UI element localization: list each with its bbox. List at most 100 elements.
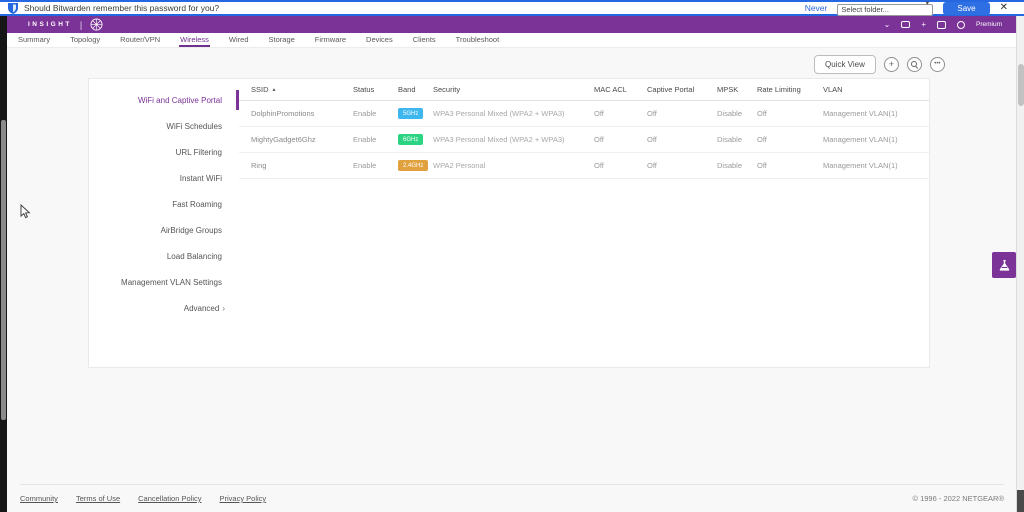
mac-acl-cell: Off — [594, 161, 647, 170]
ssid-cell[interactable]: Ring — [239, 161, 353, 170]
search-button[interactable] — [907, 57, 922, 72]
sidebar-item-label: URL Filtering — [176, 148, 222, 157]
search-icon — [911, 61, 918, 68]
mpsk-cell: Disable — [717, 135, 757, 144]
column-header[interactable]: Captive Portal — [647, 85, 717, 94]
page-toolbar: Quick View + ••• — [814, 55, 945, 74]
column-header[interactable]: MAC ACL — [594, 85, 647, 94]
mac-acl-cell: Off — [594, 135, 647, 144]
copyright-text: © 1996 - 2022 NETGEAR® — [912, 494, 1004, 503]
mpsk-cell: Disable — [717, 109, 757, 118]
sidebar-item-label: Load Balancing — [167, 252, 222, 261]
scrollbar-bottom-block[interactable] — [1017, 490, 1024, 512]
column-header[interactable]: Security — [433, 85, 594, 94]
insight-logo: INSIGHT — [28, 21, 72, 28]
mouse-cursor — [20, 204, 31, 219]
more-options-button[interactable]: ••• — [930, 57, 945, 72]
add-icon[interactable]: + — [921, 21, 926, 29]
save-button[interactable]: Save — [943, 2, 989, 15]
nav-tab[interactable]: Devices — [365, 33, 394, 47]
column-header[interactable]: Rate Limiting — [757, 85, 823, 94]
scrollbar-thumb[interactable] — [1018, 64, 1024, 106]
nav-tab[interactable]: Storage — [268, 33, 296, 47]
sidebar-item[interactable]: Instant WiFi — [89, 165, 239, 191]
table-row[interactable]: DolphinPromotions Enable 5GHz WPA3 Perso… — [239, 101, 929, 127]
vlan-cell: Management VLAN(1) — [823, 109, 929, 118]
premium-label: Premium — [976, 21, 1002, 28]
left-panel-scrollbar[interactable] — [0, 16, 7, 512]
folder-select[interactable]: Select folder... — [837, 4, 933, 16]
band-badge: 6GHz — [398, 134, 423, 145]
column-header[interactable]: MPSK — [717, 85, 757, 94]
footer-link[interactable]: Community — [20, 494, 58, 503]
sidebar-item-label: Advanced — [184, 304, 220, 313]
security-cell: WPA3 Personal Mixed (WPA2 + WPA3) — [433, 109, 594, 118]
footer-link[interactable]: Privacy Policy — [220, 494, 267, 503]
ssid-cell[interactable]: DolphinPromotions — [239, 109, 353, 118]
sidebar-item[interactable]: URL Filtering — [89, 139, 239, 165]
nav-tab[interactable]: Router/VPN — [119, 33, 161, 47]
table-row[interactable]: Ring Enable 2.4GHz WPA2 Personal Off Off… — [239, 153, 929, 179]
chevron-down-icon[interactable]: ⌄ — [884, 21, 891, 29]
sidebar-item[interactable]: WiFi and Captive Portal — [89, 87, 239, 113]
nav-tab[interactable]: Topology — [69, 33, 101, 47]
status-cell: Enable — [353, 161, 398, 170]
status-cell: Enable — [353, 135, 398, 144]
rate-limiting-cell: Off — [757, 109, 823, 118]
sidebar-item[interactable]: Load Balancing — [89, 243, 239, 269]
band-cell: 6GHz — [398, 134, 433, 146]
wireless-settings-card: WiFi and Captive Portal WiFi Schedules U… — [88, 78, 930, 368]
quick-view-button[interactable]: Quick View — [814, 55, 876, 74]
sidebar-item[interactable]: Fast Roaming — [89, 191, 239, 217]
sidebar-item-label: Instant WiFi — [180, 174, 222, 183]
netgear-emblem-icon — [90, 18, 103, 31]
feedback-flask-button[interactable] — [992, 252, 1016, 278]
footer-link[interactable]: Cancellation Policy — [138, 494, 201, 503]
column-header[interactable]: VLAN — [823, 85, 929, 94]
close-icon[interactable]: ✕ — [1000, 3, 1008, 13]
ssid-table-header: SSID▲ Status Band Security MAC ACL Capti… — [239, 79, 929, 101]
table-row[interactable]: MightyGadget6Ghz Enable 6GHz WPA3 Person… — [239, 127, 929, 153]
ellipsis-icon: ••• — [934, 60, 940, 69]
nav-tab[interactable]: Wireless — [179, 33, 210, 47]
captive-portal-cell: Off — [647, 161, 717, 170]
captive-portal-cell: Off — [647, 135, 717, 144]
nav-tab[interactable]: Troubleshoot — [455, 33, 501, 47]
nav-tab[interactable]: Firmware — [314, 33, 347, 47]
sidebar-item[interactable]: Advanced › — [89, 295, 239, 321]
sort-asc-icon: ▲ — [272, 87, 277, 93]
sidebar-item-label: AirBridge Groups — [161, 226, 222, 235]
main-nav: Summary Topology Router/VPN Wireless Wir… — [7, 33, 1016, 48]
app-header: INSIGHT | ⌄ + Premium — [0, 16, 1016, 33]
scan-icon[interactable] — [937, 21, 946, 29]
left-scrollbar-thumb[interactable] — [1, 120, 6, 420]
sidebar-item-label: WiFi and Captive Portal — [138, 96, 222, 105]
captive-portal-cell: Off — [647, 109, 717, 118]
netgear-insight-screen: Should Bitwarden remember this password … — [0, 0, 1024, 512]
sidebar-item[interactable]: Management VLAN Settings — [89, 269, 239, 295]
chevron-right-icon: › — [222, 304, 225, 313]
account-icon[interactable] — [957, 21, 965, 29]
vlan-cell: Management VLAN(1) — [823, 161, 929, 170]
add-ssid-button[interactable]: + — [884, 57, 899, 72]
column-header[interactable]: SSID▲ — [239, 85, 353, 94]
column-header[interactable]: Status — [353, 85, 398, 94]
nav-tab[interactable]: Summary — [17, 33, 51, 47]
never-button[interactable]: Never — [805, 3, 828, 13]
security-cell: WPA2 Personal — [433, 161, 594, 170]
nav-tab[interactable]: Clients — [412, 33, 437, 47]
nav-tab[interactable]: Wired — [228, 33, 250, 47]
chat-icon[interactable] — [901, 21, 910, 28]
bitwarden-shield-icon — [8, 3, 18, 14]
column-header[interactable]: Band — [398, 85, 433, 94]
vertical-scrollbar[interactable]: ▲ — [1016, 0, 1024, 512]
page-footer: Community Terms of Use Cancellation Poli… — [20, 484, 1004, 503]
band-cell: 5GHz — [398, 108, 433, 120]
sidebar-item-label: Management VLAN Settings — [121, 278, 222, 287]
footer-link[interactable]: Terms of Use — [76, 494, 120, 503]
rate-limiting-cell: Off — [757, 135, 823, 144]
sidebar-item-label: Fast Roaming — [172, 200, 222, 209]
sidebar-item[interactable]: AirBridge Groups — [89, 217, 239, 243]
sidebar-item[interactable]: WiFi Schedules — [89, 113, 239, 139]
ssid-cell[interactable]: MightyGadget6Ghz — [239, 135, 353, 144]
